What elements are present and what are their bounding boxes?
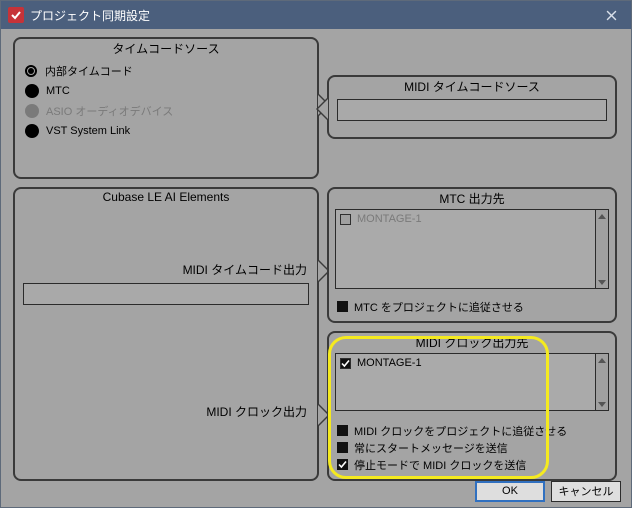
radio-icon [25,104,39,118]
mtc-out-list[interactable]: MONTAGE-1 [335,209,609,289]
scroll-down-icon[interactable] [596,276,608,288]
list-item[interactable]: MONTAGE-1 [336,354,595,372]
radio-label: 内部タイムコード [45,63,133,79]
list-item[interactable]: MONTAGE-1 [336,210,595,228]
ok-button[interactable]: OK [475,481,545,502]
radio-mtc[interactable]: MTC [15,81,317,101]
option-label: 停止モードで MIDI クロックを送信 [354,457,526,473]
panel-title: Cubase LE AI Elements [15,189,317,208]
option-mtc-follow-project[interactable]: MTC をプロジェクトに追従させる [329,298,524,315]
radio-icon [25,65,37,77]
panel-midi-timecode-source: MIDI タイムコードソース [327,75,617,139]
radio-vst-system-link[interactable]: VST System Link [15,121,317,141]
checkbox-icon[interactable] [340,214,351,225]
panel-title: MTC 出力先 [329,189,615,211]
panel-title: MIDI クロック出力先 [329,333,615,355]
scrollbar[interactable] [595,210,608,288]
panel-title: MIDI タイムコードソース [329,77,615,99]
window-title: プロジェクト同期設定 [30,7,591,24]
radio-icon [25,84,39,98]
midi-clock-out-list[interactable]: MONTAGE-1 [335,353,609,411]
cancel-button[interactable]: キャンセル [551,481,621,502]
app-icon [8,7,24,23]
list-item-label: MONTAGE-1 [357,357,422,369]
panel-mtc-output: MTC 出力先 MONTAGE-1 MTC をプロジェクトに追従させる [327,187,617,323]
arrow-left-icon [316,97,328,121]
scrollbar[interactable] [595,354,608,410]
radio-label: MTC [46,85,70,97]
option-label: MIDI クロックをプロジェクトに追従させる [354,423,567,439]
option-label: MTC をプロジェクトに追従させる [354,299,524,315]
option-clock-follow-project[interactable]: MIDI クロックをプロジェクトに追従させる [329,422,615,439]
checkbox-icon[interactable] [340,358,351,369]
option-always-send-start[interactable]: 常にスタートメッセージを送信 [329,439,615,456]
midi-tc-source-list[interactable] [337,99,607,121]
option-label: 常にスタートメッセージを送信 [354,440,508,456]
midi-tc-out-list[interactable] [23,283,309,305]
radio-icon [25,124,39,138]
checkbox-icon[interactable] [337,301,348,312]
radio-asio: ASIO オーディオデバイス [15,101,317,121]
panel-timecode-source: タイムコードソース 内部タイムコード MTC ASIO オーディオデバイス VS… [13,37,319,179]
dialog-body: タイムコードソース 内部タイムコード MTC ASIO オーディオデバイス VS… [1,29,631,507]
scroll-up-icon[interactable] [596,210,608,222]
radio-label: ASIO オーディオデバイス [46,103,173,119]
option-send-clock-in-stop[interactable]: 停止モードで MIDI クロックを送信 [329,456,615,473]
dialog-window: プロジェクト同期設定 タイムコードソース 内部タイムコード MTC ASIO オ… [0,0,632,508]
checkbox-icon[interactable] [337,459,348,470]
checkbox-icon[interactable] [337,425,348,436]
scroll-up-icon[interactable] [596,354,608,366]
panel-title: タイムコードソース [15,39,317,61]
panel-cubase: Cubase LE AI Elements MIDI タイムコード出力 MIDI… [13,187,319,481]
panel-midi-clock-output: MIDI クロック出力先 MONTAGE-1 [327,331,617,481]
dialog-footer: OK キャンセル [1,475,631,507]
radio-label: VST System Link [46,125,130,137]
label-midi-clock-out: MIDI クロック出力 [206,403,307,420]
list-item-label: MONTAGE-1 [357,213,422,225]
titlebar: プロジェクト同期設定 [1,1,631,29]
close-button[interactable] [591,1,631,29]
label-midi-tc-out: MIDI タイムコード出力 [183,261,307,278]
scroll-down-icon[interactable] [596,398,608,410]
radio-internal-timecode[interactable]: 内部タイムコード [15,61,317,81]
checkbox-icon[interactable] [337,442,348,453]
